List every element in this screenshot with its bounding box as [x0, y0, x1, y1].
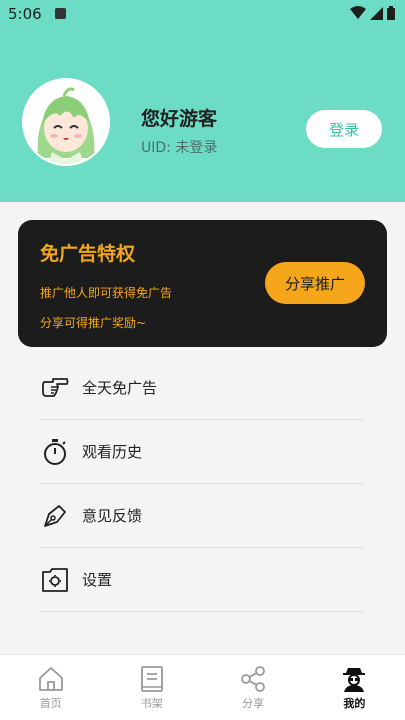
tab-label: 首页 [39, 697, 62, 710]
stopwatch-icon [40, 437, 70, 467]
greeting-text: 您好游客 [141, 108, 218, 130]
signal-icon [370, 6, 383, 20]
menu-item-feedback[interactable]: 意见反馈 [40, 484, 364, 548]
promo-description-1: 推广他人即可获得免广告 [40, 286, 173, 300]
home-icon [36, 664, 66, 694]
promo-description-2: 分享可得推广奖励~ [40, 316, 147, 330]
menu-item-settings[interactable]: 设置 [40, 548, 364, 612]
menu-item-label: 意见反馈 [82, 507, 143, 525]
tab-share[interactable]: 分享 [203, 655, 304, 720]
menu-item-label: 全天免广告 [82, 379, 158, 397]
promo-title: 免广告特权 [40, 243, 136, 265]
book-icon [137, 664, 167, 694]
pen-nib-icon [40, 501, 70, 531]
tab-label: 分享 [242, 697, 265, 710]
settings-icon [40, 565, 70, 595]
battery-icon [387, 6, 395, 20]
menu-item-label: 设置 [82, 571, 113, 589]
tab-mine[interactable]: 我的 [304, 655, 405, 720]
notification-icon [55, 8, 66, 19]
anime-girl-avatar-icon [24, 80, 108, 164]
share-icon [238, 664, 268, 694]
ad-free-promo-card: 免广告特权 推广他人即可获得免广告 分享可得推广奖励~ 分享推广 [18, 220, 387, 347]
menu-item-watch-history[interactable]: 观看历史 [40, 420, 364, 484]
profile-header: 您好游客 UID: 未登录 登录 [0, 28, 405, 202]
tab-home[interactable]: 首页 [0, 655, 101, 720]
status-time: 5:06 [8, 5, 42, 23]
menu-item-ad-free[interactable]: 全天免广告 [40, 356, 364, 420]
status-icons [350, 6, 395, 20]
uid-text: UID: 未登录 [141, 140, 218, 156]
tab-label: 我的 [343, 697, 366, 710]
tab-bookshelf[interactable]: 书架 [101, 655, 202, 720]
bottom-tab-bar: 首页 书架 分享 我的 [0, 654, 405, 720]
menu-item-label: 观看历史 [82, 443, 143, 461]
menu-list: 全天免广告 观看历史 意见反馈 设置 [40, 356, 364, 612]
avatar[interactable] [22, 78, 110, 166]
tab-label: 书架 [140, 697, 163, 710]
pointing-hand-icon [40, 373, 70, 403]
wifi-icon [350, 6, 366, 19]
profile-icon [339, 664, 369, 694]
share-promote-button[interactable]: 分享推广 [265, 262, 365, 304]
login-button[interactable]: 登录 [306, 110, 382, 148]
status-bar: 5:06 [0, 0, 405, 28]
